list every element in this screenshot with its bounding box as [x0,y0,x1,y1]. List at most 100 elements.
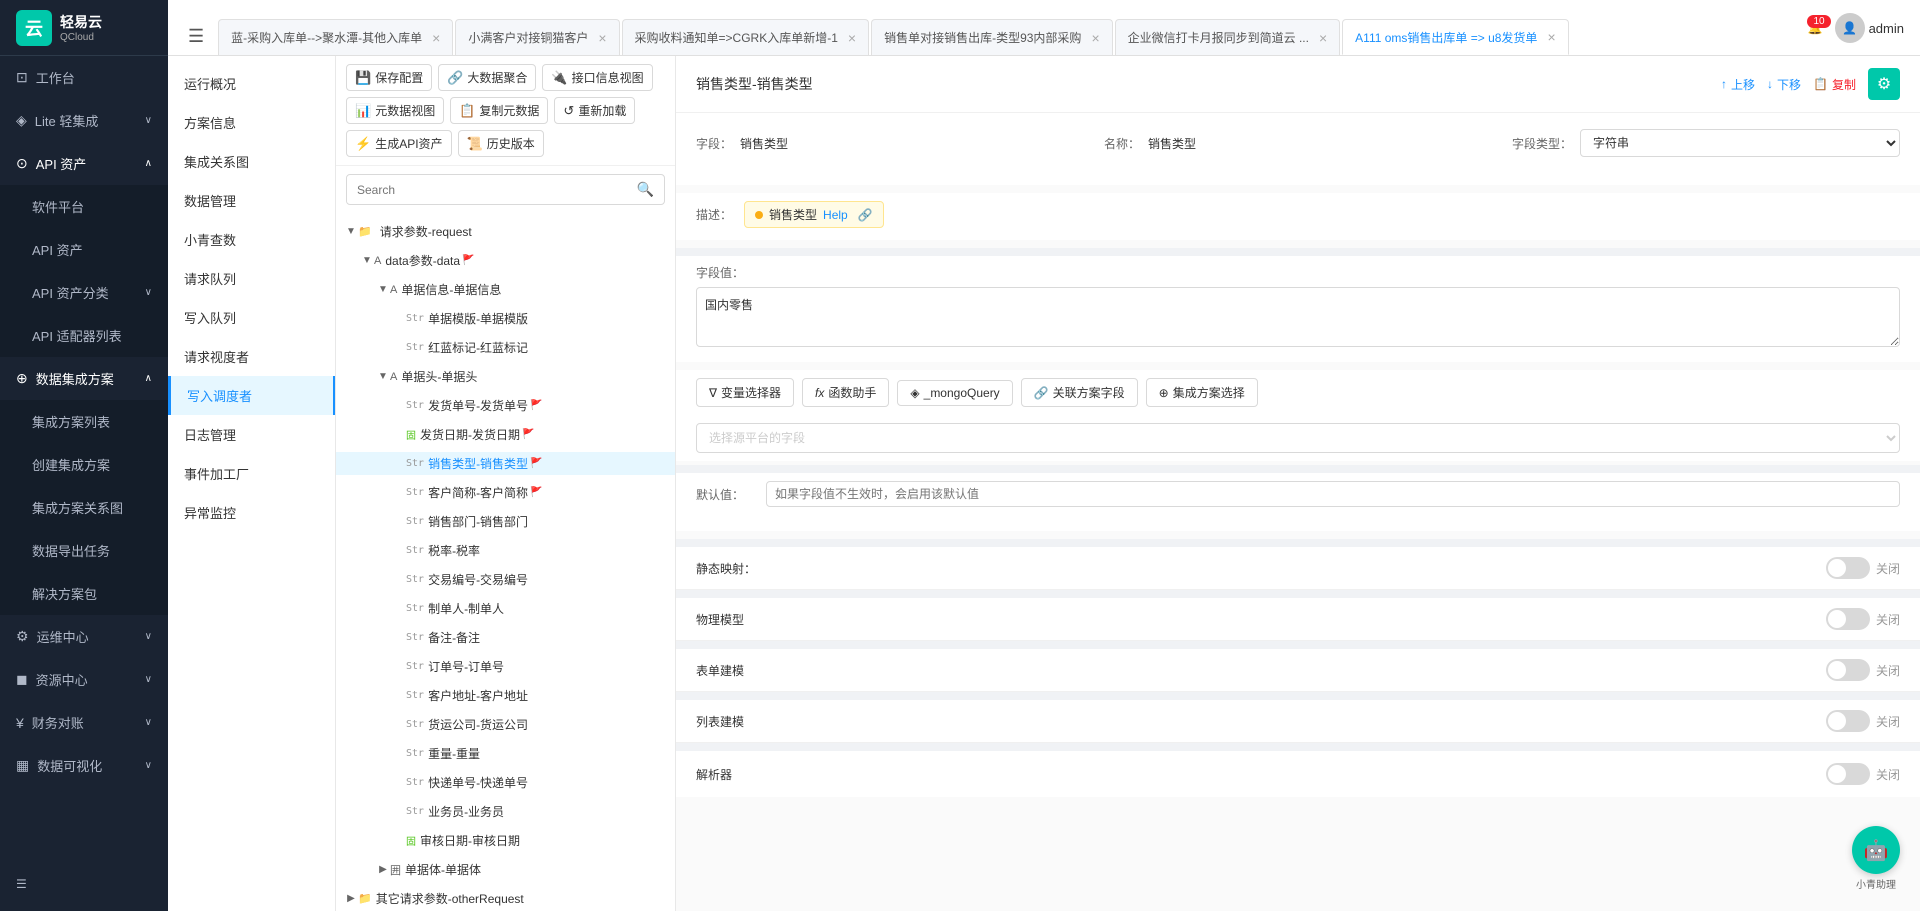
tree-row-17[interactable]: Str 客户地址-客户地址 [336,684,675,707]
tab-2[interactable]: 小满客户对接铜猫客户 × [455,19,619,55]
desc-help-link[interactable]: Help [823,208,848,222]
left-nav-error-monitor[interactable]: 异常监控 [168,493,335,532]
parser-toggle[interactable]: 关闭 [1826,763,1900,785]
tree-row-1[interactable]: ▼ 📁 请求参数-request [336,220,675,243]
source-platform-select[interactable]: 选择源平台的字段 [696,423,1900,453]
tab-6[interactable]: A111 oms销售出库单 => u8发货单 × [1342,19,1568,55]
up-action-button[interactable]: ↑ 上移 [1721,76,1755,93]
sidebar-item-resources[interactable]: ◼ 资源中心 ∨ [0,658,168,701]
tree-row-12[interactable]: Str 税率-税率 [336,539,675,562]
tab-2-close-icon[interactable]: × [598,30,606,46]
sidebar-item-api[interactable]: ⊙ API 资产 ∧ [0,142,168,185]
tab-1-close-icon[interactable]: × [432,30,440,46]
physical-model-toggle[interactable]: 关闭 [1826,608,1900,630]
settings-button[interactable]: ⚙ [1868,68,1900,100]
left-nav-solution-info[interactable]: 方案信息 [168,103,335,142]
tree-row-23[interactable]: ▶ 囲 单据体-单据体 [336,858,675,881]
tree-row-9[interactable]: Str 销售类型-销售类型 🚩 [336,452,675,475]
left-nav-xq[interactable]: 小青查数 [168,220,335,259]
sidebar-item-create-integration[interactable]: 创建集成方案 [0,443,168,486]
menu-toggle-button[interactable]: ☰ [176,18,216,55]
tab-6-close-icon[interactable]: × [1547,29,1555,45]
func-helper-button[interactable]: fx 函数助手 [802,378,889,407]
default-value-input[interactable] [766,481,1900,507]
big-data-merge-button[interactable]: 🔗 大数据聚合 [438,64,536,91]
tree-toggle-3[interactable]: ▼ [376,284,390,295]
gen-api-button[interactable]: ⚡ 生成API资产 [346,130,452,157]
tree-row-6[interactable]: ▼ A 单据头-单据头 [336,365,675,388]
copy-meta-button[interactable]: 📋 复制元数据 [450,97,548,124]
tree-row-16[interactable]: Str 订单号-订单号 [336,655,675,678]
tree-row-2[interactable]: ▼ A data参数-data 🚩 [336,249,675,272]
sidebar-item-software[interactable]: 软件平台 [0,185,168,228]
tree-row-14[interactable]: Str 制单人-制单人 [336,597,675,620]
sidebar-item-workbench[interactable]: ⊡ 工作台 [0,56,168,99]
left-nav-event-factory[interactable]: 事件加工厂 [168,454,335,493]
field-value-input[interactable]: 国内零售 [696,287,1900,347]
tree-toggle-2[interactable]: ▼ [360,255,374,266]
sidebar-item-data-export[interactable]: 数据导出任务 [0,529,168,572]
tab-5[interactable]: 企业微信打卡月报同步到简道云 ... × [1115,19,1341,55]
tree-toggle-23[interactable]: ▶ [376,864,390,875]
parser-switch[interactable] [1826,763,1870,785]
sidebar-item-ops[interactable]: ⚙ 运维中心 ∨ [0,615,168,658]
tree-row-18[interactable]: Str 货运公司-货运公司 [336,713,675,736]
table-build-toggle[interactable]: 关闭 [1826,659,1900,681]
tab-4[interactable]: 销售单对接销售出库-类型93内部采购 × [871,19,1113,55]
tree-row-22[interactable]: 固 审核日期-审核日期 [336,829,675,852]
notification-bell[interactable]: 🔔 10 [1808,21,1823,35]
interface-view-button[interactable]: 🔌 接口信息视图 [542,64,652,91]
left-nav-request-queue[interactable]: 请求队列 [168,259,335,298]
left-nav-write-queue[interactable]: 写入队列 [168,298,335,337]
sidebar-item-api-adapter[interactable]: API 适配器列表 [0,314,168,357]
tree-toggle-6[interactable]: ▼ [376,371,390,382]
list-build-switch[interactable] [1826,710,1870,732]
tab-3-close-icon[interactable]: × [848,30,856,46]
tree-row-19[interactable]: Str 重量-重量 [336,742,675,765]
tree-row-20[interactable]: Str 快递单号-快递单号 [336,771,675,794]
left-nav-log-mgmt[interactable]: 日志管理 [168,415,335,454]
static-map-switch[interactable] [1826,557,1870,579]
tree-row-10[interactable]: Str 客户简称-客户简称 🚩 [336,481,675,504]
sidebar-item-integration-relation[interactable]: 集成方案关系图 [0,486,168,529]
list-build-toggle[interactable]: 关闭 [1826,710,1900,732]
tree-row-11[interactable]: Str 销售部门-销售部门 [336,510,675,533]
copy-action-button[interactable]: 📋 复制 [1813,76,1856,93]
table-build-switch[interactable] [1826,659,1870,681]
tree-row-7[interactable]: Str 发货单号-发货单号 🚩 [336,394,675,417]
static-map-toggle[interactable]: 关闭 [1826,557,1900,579]
var-selector-button[interactable]: ∇ 变量选择器 [696,378,794,407]
left-nav-write-degree[interactable]: 写入调度者 [168,376,335,415]
sidebar-item-lite[interactable]: ◈ Lite 轻集成 ∨ [0,99,168,142]
tree-row-3[interactable]: ▼ A 单据信息-单据信息 [336,278,675,301]
sidebar-item-integration-list[interactable]: 集成方案列表 [0,400,168,443]
search-input[interactable] [347,177,627,203]
search-icon[interactable]: 🔍 [627,175,664,204]
tree-row-5[interactable]: Str 红蓝标记-红蓝标记 [336,336,675,359]
tab-1[interactable]: 蓝-采购入库单-->聚水潭-其他入库单 × [218,19,453,55]
assistant-button[interactable]: 🤖 [1852,826,1900,874]
tree-row-13[interactable]: Str 交易编号-交易编号 [336,568,675,591]
tab-3[interactable]: 采购收料通知单=>CGRK入库单新增-1 × [622,19,870,55]
sidebar-item-data-vis[interactable]: ▦ 数据可视化 ∨ [0,744,168,787]
reload-button[interactable]: ↺ 重新加载 [554,97,635,124]
history-button[interactable]: 📜 历史版本 [458,130,544,157]
sidebar-item-api-category[interactable]: API 资产分类 ∨ [0,271,168,314]
tree-row-21[interactable]: Str 业务员-业务员 [336,800,675,823]
down-action-button[interactable]: ↓ 下移 [1767,76,1801,93]
tree-row-15[interactable]: Str 备注-备注 [336,626,675,649]
sidebar-bottom-menu[interactable]: ☰ [0,865,168,903]
tab-4-close-icon[interactable]: × [1091,30,1099,46]
left-nav-data-mgmt[interactable]: 数据管理 [168,181,335,220]
related-field-button[interactable]: 🔗 关联方案字段 [1021,378,1138,407]
meta-view-button[interactable]: 📊 元数据视图 [346,97,444,124]
left-nav-request-degree[interactable]: 请求视度者 [168,337,335,376]
mongo-query-button[interactable]: ◈ _mongoQuery [897,380,1012,406]
integration-select-button[interactable]: ⊕ 集成方案选择 [1146,378,1258,407]
sidebar-item-api-asset[interactable]: API 资产 [0,228,168,271]
sidebar-item-finance[interactable]: ¥ 财务对账 ∨ [0,701,168,744]
desc-edit-button[interactable]: 🔗 [858,208,873,222]
save-config-button[interactable]: 💾 保存配置 [346,64,432,91]
tree-row-24[interactable]: ▶ 📁 其它请求参数-otherRequest [336,887,675,910]
tab-5-close-icon[interactable]: × [1319,30,1327,46]
